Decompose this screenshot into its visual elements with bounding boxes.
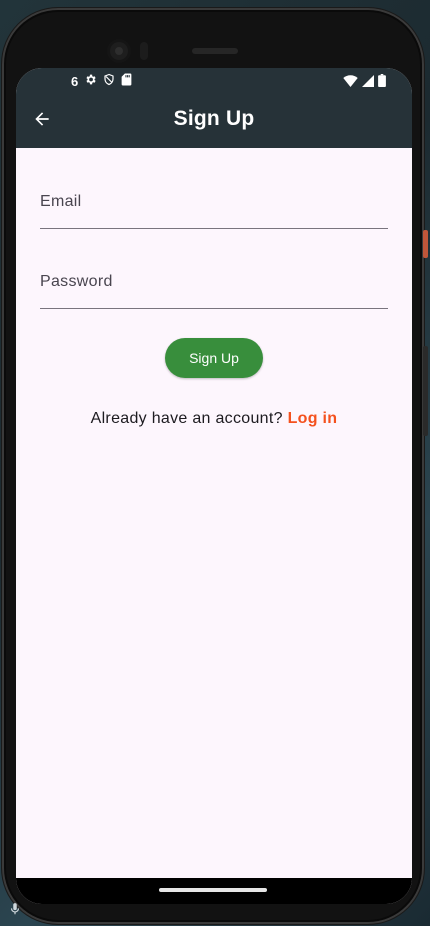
sign-up-button[interactable]: Sign Up <box>165 338 263 378</box>
shield-icon <box>103 73 115 89</box>
home-indicator[interactable] <box>159 888 267 892</box>
login-prompt: Already have an account? Log in <box>16 410 412 428</box>
proximity-sensor <box>140 42 148 60</box>
login-prompt-text: Already have an account? <box>90 410 283 427</box>
power-button <box>423 230 428 258</box>
front-camera <box>110 42 128 60</box>
status-left: 6 <box>71 73 132 89</box>
app-bar: Sign Up <box>16 94 412 148</box>
status-bar: 6 <box>16 68 412 94</box>
password-field-container <box>40 252 388 309</box>
phone-screen: 6 Sign Up Email Sign Up Already have an … <box>16 68 412 904</box>
battery-icon <box>378 74 386 90</box>
status-time: 6 <box>71 73 79 89</box>
email-field-container <box>40 172 388 229</box>
earpiece-speaker <box>192 48 238 54</box>
login-link[interactable]: Log in <box>288 410 338 427</box>
microphone-icon <box>8 902 22 919</box>
volume-button <box>423 346 428 436</box>
settings-icon <box>84 73 97 89</box>
cell-signal-icon <box>362 74 374 90</box>
status-right <box>343 74 386 90</box>
sd-card-icon <box>121 73 132 89</box>
wifi-icon <box>343 74 358 90</box>
password-field[interactable] <box>40 252 388 308</box>
page-title: Sign Up <box>173 107 255 130</box>
phone-frame: 6 Sign Up Email Sign Up Already have an … <box>2 8 428 924</box>
email-field[interactable] <box>40 172 388 228</box>
navigation-bar <box>16 878 412 904</box>
